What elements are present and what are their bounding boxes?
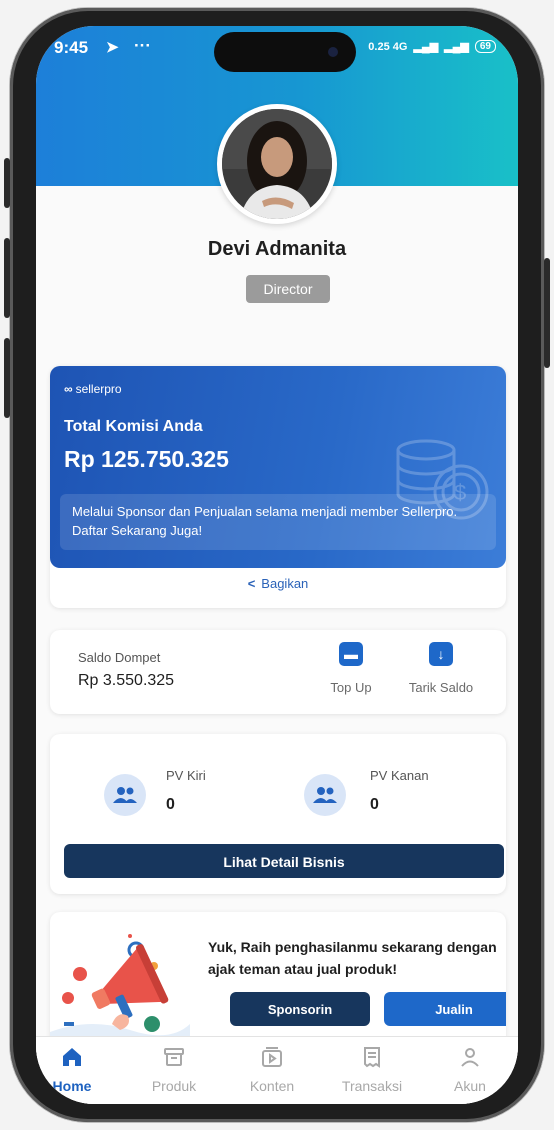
sponsor-button[interactable]: Sponsorin — [230, 992, 370, 1026]
topup-label: Top Up — [330, 680, 372, 695]
nav-home-label: Home — [52, 1078, 92, 1094]
avatar-photo — [222, 109, 332, 219]
commission-amount: Rp 125.750.325 — [64, 446, 229, 472]
wallet-balance: Rp 3.550.325 — [78, 672, 175, 689]
user-icon — [461, 1048, 479, 1067]
pv-left-label: PV Kiri — [166, 768, 206, 783]
mute-switch — [4, 158, 10, 208]
volume-down-button — [4, 338, 10, 418]
wallet-icon: ▬ — [339, 642, 363, 666]
more-notifications-icon: ··· — [134, 36, 151, 55]
topup-button[interactable]: ▬ Top Up — [306, 642, 396, 695]
box-icon — [164, 1048, 184, 1066]
app-screen: 9:45 ➤ ··· 0.25 4G ▂▄▆ ▂▄▆ 69 Devi Adman… — [36, 26, 518, 1104]
video-icon — [262, 1047, 282, 1067]
megaphone-icon — [50, 934, 190, 1047]
nav-produk[interactable]: Produk — [134, 1045, 214, 1094]
users-icon-left — [104, 774, 146, 816]
nav-home[interactable]: Home — [36, 1045, 112, 1094]
brand-logo: ∞ sellerpro — [64, 382, 122, 396]
nav-transaksi-label: Transaksi — [341, 1078, 403, 1094]
nav-akun-label: Akun — [454, 1078, 486, 1094]
power-button — [544, 258, 550, 368]
battery-icon: 69 — [474, 40, 496, 53]
sell-button[interactable]: Jualin — [384, 992, 506, 1026]
brand-name: sellerpro — [75, 382, 122, 396]
status-time: 9:45 — [54, 38, 89, 57]
business-detail-button[interactable]: Lihat Detail Bisnis — [64, 844, 504, 878]
commission-note: Melalui Sponsor dan Penjualan selama men… — [60, 494, 496, 550]
profile-name: Devi Admanita — [207, 238, 347, 260]
share-button[interactable]: < Bagikan — [50, 576, 506, 591]
volume-up-button — [4, 238, 10, 318]
nav-transaksi[interactable]: Transaksi — [332, 1045, 412, 1094]
pv-right-value: 0 — [370, 796, 379, 813]
share-icon: < — [247, 576, 256, 591]
sellerpro-icon: ∞ — [64, 382, 73, 396]
commission-banner: ∞ sellerpro $ Total Komisi Anda Rp 125.75… — [50, 366, 506, 568]
commission-card: ∞ sellerpro $ Total Komisi Anda Rp 125.75… — [50, 366, 506, 608]
nav-konten-label: Konten — [249, 1078, 295, 1094]
pv-right-label: PV Kanan — [370, 768, 429, 783]
pv-left-value: 0 — [166, 796, 175, 813]
bottom-navigation: Home Produk Konten Transaksi Akun — [36, 1036, 518, 1104]
receipt-icon — [364, 1047, 380, 1068]
nav-produk-label: Produk — [151, 1078, 197, 1094]
promo-card: Yuk, Raih penghasilanmu sekarang dengan … — [50, 912, 506, 1047]
pv-card: PV Kiri 0 PV Kanan 0 Lihat Detail Bisnis — [50, 734, 506, 894]
avatar[interactable] — [217, 104, 337, 224]
share-label: Bagikan — [261, 576, 309, 591]
users-icon-right — [304, 774, 346, 816]
location-arrow-icon: ➤ — [106, 39, 119, 56]
nav-konten[interactable]: Konten — [232, 1045, 312, 1094]
role-badge: Director — [246, 275, 330, 303]
promo-text: Yuk, Raih penghasilanmu sekarang dengan … — [208, 939, 497, 977]
withdraw-button[interactable]: ↓ Tarik Saldo — [396, 642, 486, 695]
network-speed: 0.25 4G — [368, 40, 408, 53]
phone-frame: 9:45 ➤ ··· 0.25 4G ▂▄▆ ▂▄▆ 69 Devi Adman… — [4, 8, 550, 1122]
nav-akun[interactable]: Akun — [430, 1045, 510, 1094]
home-icon — [63, 1048, 81, 1066]
status-icons: 0.25 4G ▂▄▆ ▂▄▆ 69 — [368, 40, 496, 53]
wallet-label: Saldo Dompet — [78, 650, 161, 665]
commission-title: Total Komisi Anda — [64, 418, 203, 435]
signal-icon: ▂▄▆ — [413, 41, 439, 53]
dynamic-island — [214, 32, 356, 72]
withdraw-label: Tarik Saldo — [408, 680, 474, 695]
wallet-card: Saldo Dompet Rp 3.550.325 ▬ Top Up ↓ Tar… — [50, 630, 506, 714]
camera-icon — [328, 47, 338, 57]
download-icon: ↓ — [429, 642, 453, 666]
signal-icon-2: ▂▄▆ — [444, 41, 469, 53]
